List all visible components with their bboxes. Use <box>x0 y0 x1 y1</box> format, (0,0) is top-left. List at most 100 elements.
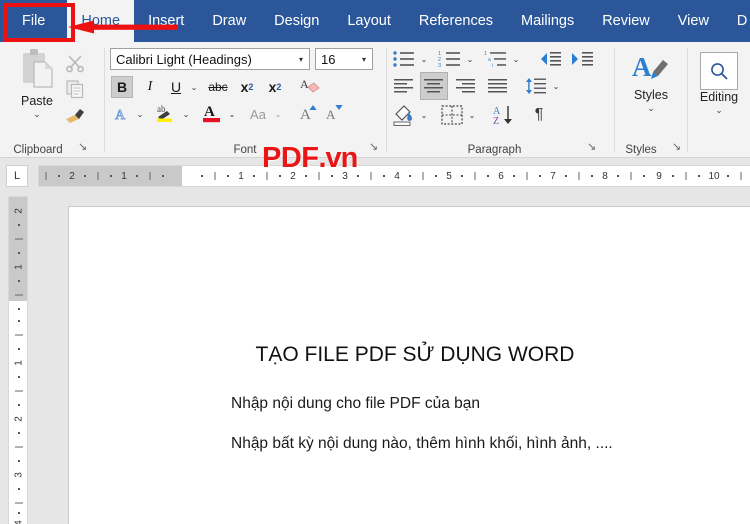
svg-text:3: 3 <box>438 63 441 68</box>
paste-chevron-icon[interactable]: ⌄ <box>33 110 41 119</box>
line-spacing-button[interactable] <box>523 74 549 98</box>
svg-text:Z: Z <box>493 116 499 126</box>
justify-button[interactable] <box>485 74 511 98</box>
font-color-button[interactable]: A <box>199 100 225 126</box>
grow-font-icon: A <box>300 105 317 123</box>
shading-button[interactable] <box>391 102 417 128</box>
justify-icon <box>488 79 507 93</box>
align-left-button[interactable] <box>391 74 417 98</box>
multilevel-chevron-icon[interactable]: ⌄ <box>509 48 523 70</box>
bold-button[interactable]: B <box>111 76 133 98</box>
document-page[interactable]: TẠO FILE PDF SỬ DỤNG WORD Nhập nội dung … <box>68 206 750 524</box>
grow-font-button[interactable]: A <box>297 100 321 126</box>
change-case-button[interactable]: Aa <box>245 102 271 126</box>
shading-icon <box>393 105 412 126</box>
paste-button[interactable]: Paste ⌄ <box>8 48 66 132</box>
svg-text:i: i <box>492 63 493 68</box>
chevron-down-icon[interactable]: ▾ <box>356 55 372 64</box>
change-case-chevron-icon[interactable]: ⌄ <box>271 102 285 126</box>
annotation-arrow-icon <box>68 20 178 34</box>
borders-chevron-icon[interactable]: ⌄ <box>465 104 479 126</box>
paragraph-dialog-launcher[interactable]: ↘ <box>587 142 599 154</box>
highlight-chevron-icon[interactable]: ⌄ <box>179 102 193 126</box>
tab-design[interactable]: Design <box>260 0 333 42</box>
styles-dialog-launcher[interactable]: ↘ <box>672 142 684 154</box>
vertical-ruler[interactable]: 2 1 1 2 3 4 <box>8 196 28 524</box>
bullets-button[interactable] <box>391 48 417 70</box>
tab-view[interactable]: View <box>664 0 723 42</box>
font-size-input[interactable]: 16 ▾ <box>315 48 373 70</box>
font-group-label: Font <box>233 144 257 156</box>
clipboard-group-label: Clipboard <box>13 144 63 156</box>
copy-button[interactable] <box>62 76 88 102</box>
font-color-chevron-icon[interactable]: ⌄ <box>225 102 239 126</box>
tab-layout[interactable]: Layout <box>333 0 405 42</box>
align-center-button[interactable] <box>420 72 448 100</box>
underline-button[interactable]: U <box>165 76 187 98</box>
line-spacing-chevron-icon[interactable]: ⌄ <box>549 74 563 98</box>
text-effects-button[interactable]: A <box>111 102 133 126</box>
hruler-tick: 2 <box>290 170 296 182</box>
tab-review-label: Review <box>602 13 650 29</box>
strikethrough-button[interactable]: abc <box>205 76 231 98</box>
italic-button[interactable]: I <box>139 76 161 98</box>
sort-button[interactable]: A Z <box>491 102 517 128</box>
font-dialog-launcher[interactable]: ↘ <box>369 142 381 154</box>
underline-chevron-icon[interactable]: ⌄ <box>187 76 201 98</box>
format-painter-icon <box>66 109 84 123</box>
document-paragraph[interactable]: Nhập nội dung cho file PDF của bạn <box>231 395 480 413</box>
tab-review[interactable]: Review <box>588 0 664 42</box>
format-painter-button[interactable] <box>62 102 88 128</box>
styles-button[interactable]: A Styles ⌄ <box>623 50 679 113</box>
multilevel-list-button[interactable]: 1 a i <box>483 48 509 70</box>
svg-text:A: A <box>204 104 215 120</box>
sort-icon: A Z <box>493 106 512 126</box>
clear-formatting-button[interactable]: A <box>297 74 323 98</box>
svg-text:1: 1 <box>484 51 487 57</box>
tab-stop-selector[interactable]: L <box>6 165 28 187</box>
text-effects-chevron-icon[interactable]: ⌄ <box>133 102 147 126</box>
cut-button[interactable] <box>62 50 88 76</box>
shrink-font-button[interactable]: A <box>323 100 347 126</box>
multilevel-list-icon: 1 a i <box>484 51 506 68</box>
font-name-input[interactable]: Calibri Light (Headings) ▾ <box>110 48 310 70</box>
superscript-label: x <box>268 79 277 95</box>
text-highlight-button[interactable]: ab <box>153 100 179 126</box>
paste-label: Paste <box>21 94 53 108</box>
shading-chevron-icon[interactable]: ⌄ <box>417 102 431 128</box>
horizontal-ruler-strip[interactable]: 2 1 1 2 3 4 5 6 7 8 9 10 <box>38 165 750 187</box>
hruler-tick: 2 <box>69 170 75 182</box>
bullets-chevron-icon[interactable]: ⌄ <box>417 48 431 70</box>
tab-draw[interactable]: Draw <box>198 0 260 42</box>
numbering-button[interactable]: 1 2 3 <box>437 48 463 70</box>
editing-button[interactable]: Editing ⌄ <box>694 52 744 115</box>
increase-indent-button[interactable] <box>569 48 595 70</box>
borders-button[interactable] <box>439 104 465 126</box>
scissors-icon <box>66 55 84 73</box>
tab-cutoff[interactable]: D <box>723 0 750 42</box>
styles-chevron-icon[interactable]: ⌄ <box>647 104 655 113</box>
subscript-button[interactable]: x2 <box>235 76 259 98</box>
tab-mailings[interactable]: Mailings <box>507 0 588 42</box>
show-formatting-marks-button[interactable]: ¶ <box>527 102 551 128</box>
hruler-tick: 5 <box>446 170 452 182</box>
document-title[interactable]: TẠO FILE PDF SỬ DỤNG WORD <box>69 343 750 367</box>
align-right-button[interactable] <box>453 74 479 98</box>
tab-file[interactable]: File <box>0 0 67 42</box>
editing-chevron-icon[interactable]: ⌄ <box>715 106 723 115</box>
decrease-indent-button[interactable] <box>537 48 563 70</box>
horizontal-ruler[interactable]: L 2 1 1 2 3 4 5 6 7 8 9 10 <box>0 162 750 351</box>
editing-label: Editing <box>699 90 739 104</box>
clipboard-dialog-launcher[interactable]: ↘ <box>78 142 90 154</box>
chevron-down-icon[interactable]: ▾ <box>293 55 309 64</box>
document-canvas[interactable]: TẠO FILE PDF SỬ DỤNG WORD Nhập nội dung … <box>30 190 750 524</box>
superscript-button[interactable]: x2 <box>263 76 287 98</box>
tab-references[interactable]: References <box>405 0 507 42</box>
document-paragraph[interactable]: Nhập bất kỳ nội dung nào, thêm hình khối… <box>231 435 613 453</box>
increase-indent-icon <box>572 52 593 66</box>
hruler-tick: 4 <box>394 170 400 182</box>
vruler-tick: 2 <box>13 208 25 214</box>
svg-text:A: A <box>632 52 652 82</box>
numbering-chevron-icon[interactable]: ⌄ <box>463 48 477 70</box>
italic-label: I <box>147 79 153 94</box>
